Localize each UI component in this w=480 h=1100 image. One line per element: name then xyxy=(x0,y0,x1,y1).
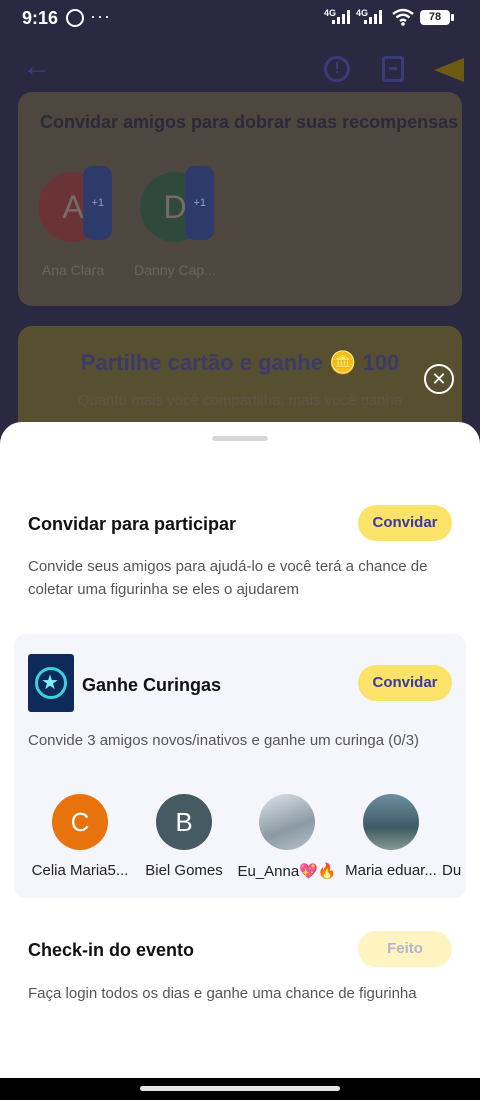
invite-friends-title: Convidar amigos para dobrar suas recompe… xyxy=(40,112,459,132)
wildcard-invite-button[interactable]: Convidar xyxy=(358,665,452,701)
bonus-badge: +1 xyxy=(185,166,214,240)
back-arrow-icon[interactable]: ← xyxy=(22,50,52,84)
home-gesture-bar[interactable] xyxy=(140,1086,340,1091)
bottom-sheet: Convidar para participar Convidar Convid… xyxy=(0,422,480,1078)
friend-name: Maria eduar... xyxy=(345,862,437,879)
wildcard-title: Ganhe Curingas xyxy=(82,675,222,695)
alert-icon[interactable]: ! xyxy=(324,56,350,82)
friend-suggestion[interactable]: Maria eduar... xyxy=(332,794,450,879)
invite-button[interactable]: Convidar xyxy=(358,505,452,541)
wifi-icon xyxy=(392,8,414,26)
friend-name: Biel Gomes xyxy=(145,862,223,879)
background-page: ← ! Convidar amigos para dobrar suas rec… xyxy=(0,36,480,446)
more-notifications-icon: ··· xyxy=(90,6,111,26)
checkin-done-button[interactable]: Feito xyxy=(358,931,452,967)
invite-friends-card: Convidar amigos para dobrar suas recompe… xyxy=(18,92,462,306)
avatar: C xyxy=(52,794,108,850)
signal-icon xyxy=(332,10,352,24)
avatar: D +1 xyxy=(140,166,214,242)
signal-icon-2 xyxy=(364,10,384,24)
friend-suggestions-row: C Celia Maria5... B Biel Gomes Eu_Anna💖🔥… xyxy=(14,794,466,884)
drag-handle[interactable] xyxy=(212,436,268,441)
share-card-subtitle: Quanto mais você compartilha, mais você … xyxy=(77,392,403,409)
friend-name: Eu_Anna💖🔥 xyxy=(237,863,337,880)
friend-name: Danny Cap... xyxy=(134,262,216,278)
wildcard-description: Convide 3 amigos novos/inativos e ganhe … xyxy=(28,732,420,749)
avatar: B xyxy=(156,794,212,850)
status-time: 9:16 xyxy=(22,8,59,28)
friend-suggestion[interactable]: Eu_Anna💖🔥 xyxy=(228,794,346,880)
close-icon[interactable]: ✕ xyxy=(424,364,454,394)
friend-name: Ana Clara xyxy=(41,262,105,278)
invite-section-description: Convide seus amigos para ajudá-lo e você… xyxy=(28,558,428,598)
invite-section-title: Convidar para participar xyxy=(28,514,237,534)
friend-name: Du xyxy=(442,862,462,879)
friend-suggestion[interactable]: Du xyxy=(442,794,466,879)
friend-name: Celia Maria5... xyxy=(31,862,129,879)
avatar xyxy=(259,794,315,850)
checkin-section-title: Check-in do evento xyxy=(28,940,195,960)
checkin-description: Faça login todos os dias e ganhe uma cha… xyxy=(28,985,417,1002)
invited-friend[interactable]: A +1 Ana Clara xyxy=(28,166,118,278)
status-bar: 9:16 ··· 4G 4G 78 xyxy=(0,0,480,36)
document-icon[interactable] xyxy=(382,56,404,82)
share-card-title: Partilhe cartão e ganhe 🪙 100 xyxy=(80,350,400,375)
whatsapp-icon xyxy=(66,9,84,27)
friend-suggestion[interactable]: B Biel Gomes xyxy=(125,794,243,879)
avatar: A +1 xyxy=(38,166,112,242)
battery-icon: 78 xyxy=(420,10,454,25)
friend-suggestion[interactable]: C Celia Maria5... xyxy=(21,794,139,879)
invited-friend[interactable]: D +1 Danny Cap... xyxy=(130,166,220,278)
app-bar: ← ! xyxy=(0,36,480,96)
bonus-badge: +1 xyxy=(83,166,112,240)
system-nav-bar xyxy=(0,1078,480,1100)
avatar xyxy=(363,794,419,850)
wildcard-sticker-image: ★ xyxy=(28,654,74,712)
share-send-icon[interactable] xyxy=(434,58,464,82)
